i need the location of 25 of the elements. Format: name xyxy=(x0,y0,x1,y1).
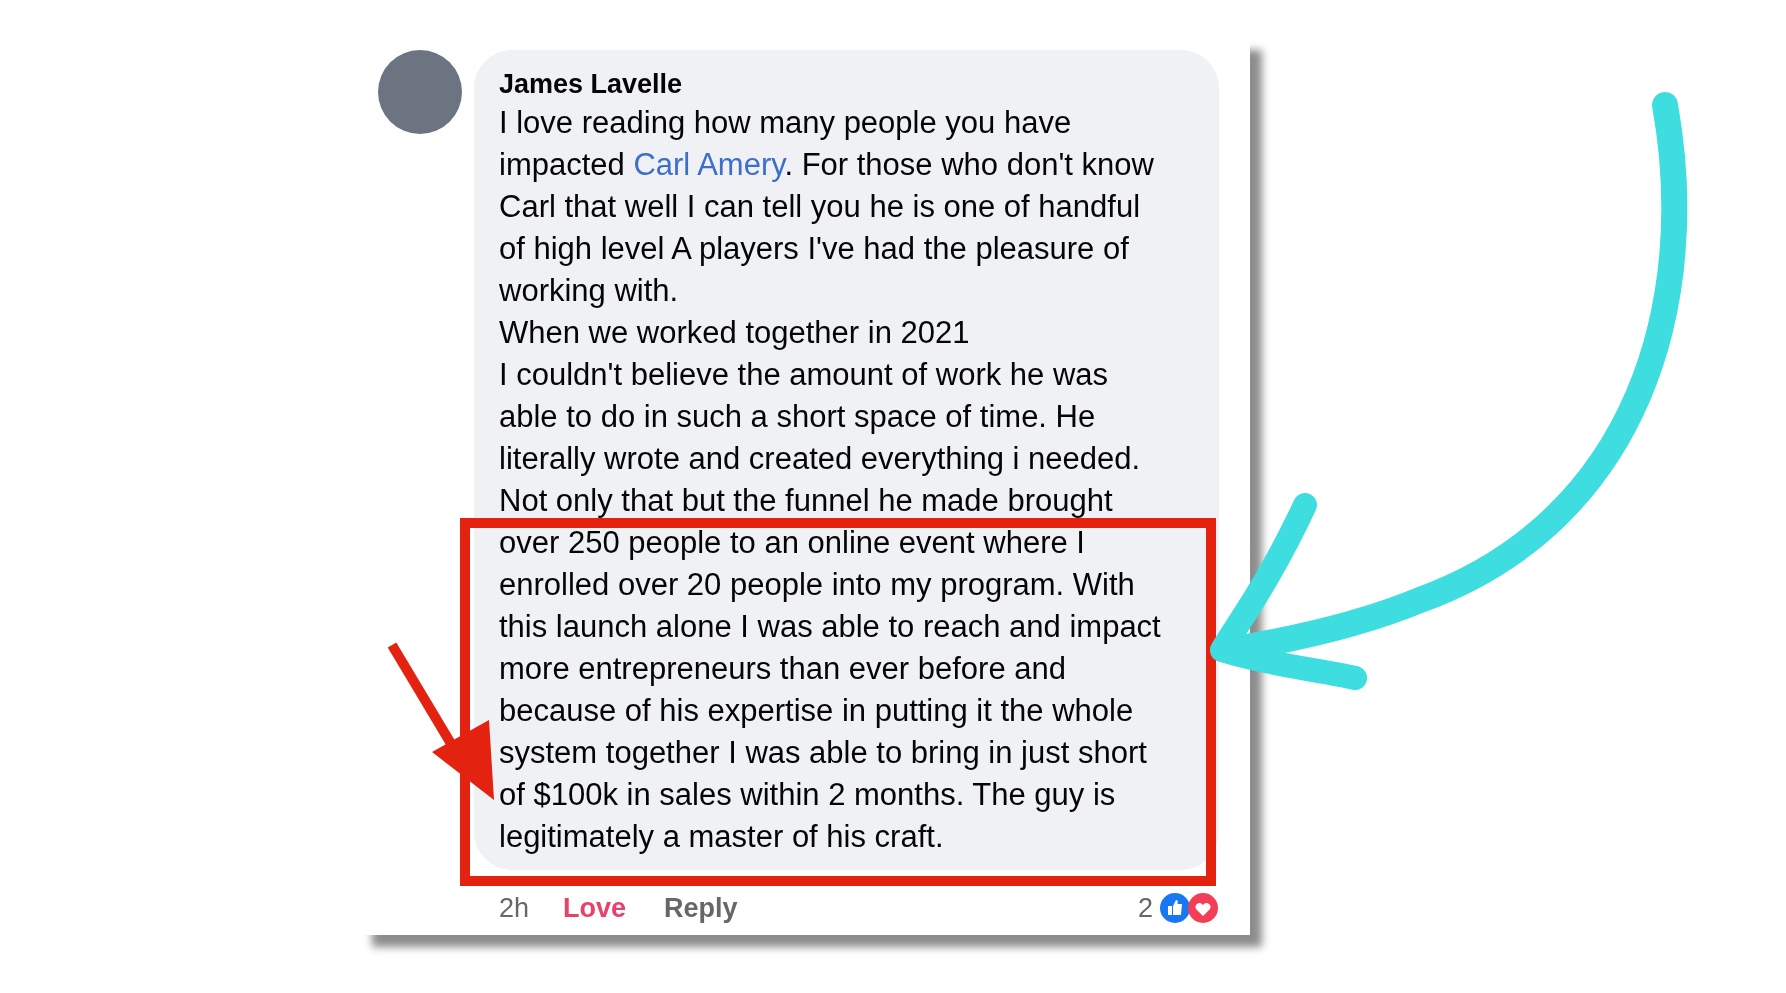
author-name[interactable]: James Lavelle xyxy=(499,66,1209,102)
comment-text: I couldn't believe the amount of work he was xyxy=(499,356,1109,394)
reaction-count: 2 xyxy=(1137,892,1153,925)
comment-text: able to do in such a short space of time. He xyxy=(499,398,1096,436)
comment-text: because of his expertise in putting it the whole xyxy=(499,692,1134,730)
comment-text: of high level A players I've had the pleasure of xyxy=(499,230,1129,268)
mention-link[interactable]: Carl Amery xyxy=(633,147,785,182)
comment-text: this launch alone I was able to reach and impact xyxy=(499,608,1161,646)
comment-text: Carl that well I can tell you he is one of handful xyxy=(499,188,1141,226)
comment-text: over 250 people to an online event where I xyxy=(499,524,1085,562)
comment-text: impacted Carl Amery. For those who don't know xyxy=(499,146,1154,184)
comment-text: legitimately a master of his craft. xyxy=(499,818,944,856)
comment-text: When we worked together in 2021 xyxy=(499,314,970,352)
comment-text: literally wrote and created everything i needed. xyxy=(499,440,1141,478)
comment-text: of $100k in sales within 2 months. The guy is xyxy=(499,776,1116,814)
like-icon xyxy=(1159,892,1191,925)
comment-text: I love reading how many people you have xyxy=(499,104,1072,142)
reply-button[interactable]: Reply xyxy=(664,888,738,929)
love-reaction-button[interactable]: Love xyxy=(563,888,627,929)
timestamp: 2h xyxy=(499,892,530,925)
comment-text: enrolled over 20 people into my program. With xyxy=(499,566,1135,604)
comment-text: system together I was able to bring in just short xyxy=(499,734,1147,772)
comment-text: working with. xyxy=(499,272,679,310)
comment-text: Not only that but the funnel he made brought xyxy=(499,482,1113,520)
comment-text: more entrepreneurs than ever before and xyxy=(499,650,1066,688)
